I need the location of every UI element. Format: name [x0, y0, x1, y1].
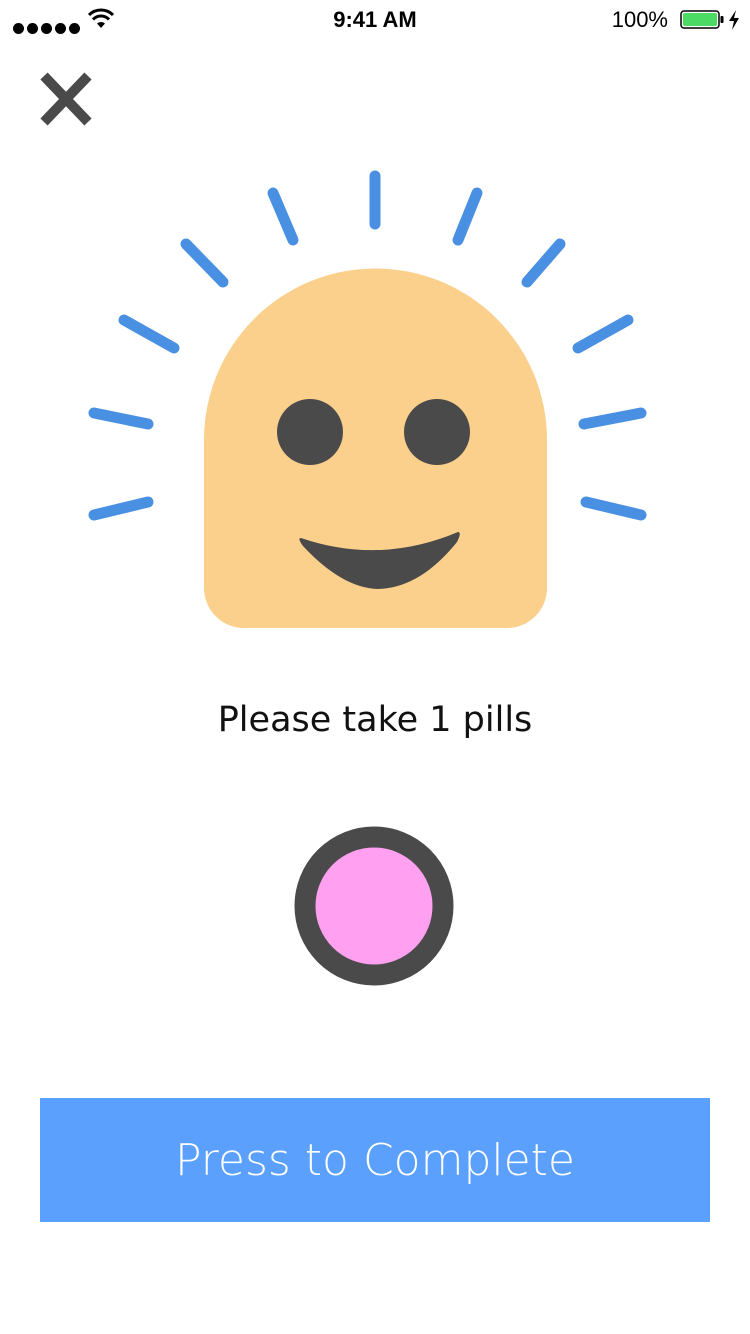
battery-icon	[680, 10, 724, 29]
pill-icon	[294, 826, 454, 986]
complete-button[interactable]: Press to Complete	[40, 1098, 710, 1222]
close-icon	[40, 72, 92, 126]
smiling-sun-face-icon	[88, 170, 647, 628]
battery-percent: 100%	[611, 7, 668, 32]
charging-bolt-icon	[729, 10, 739, 30]
pill-instruction: Please take 1 pills	[217, 700, 533, 740]
status-bar: 9:41 AM 100%	[0, 0, 750, 40]
screen: 9:41 AM 100% Please take 1 pills Press t…	[0, 0, 750, 1334]
right-eye	[404, 399, 470, 465]
close-button[interactable]	[36, 70, 96, 128]
left-eye	[277, 399, 343, 465]
